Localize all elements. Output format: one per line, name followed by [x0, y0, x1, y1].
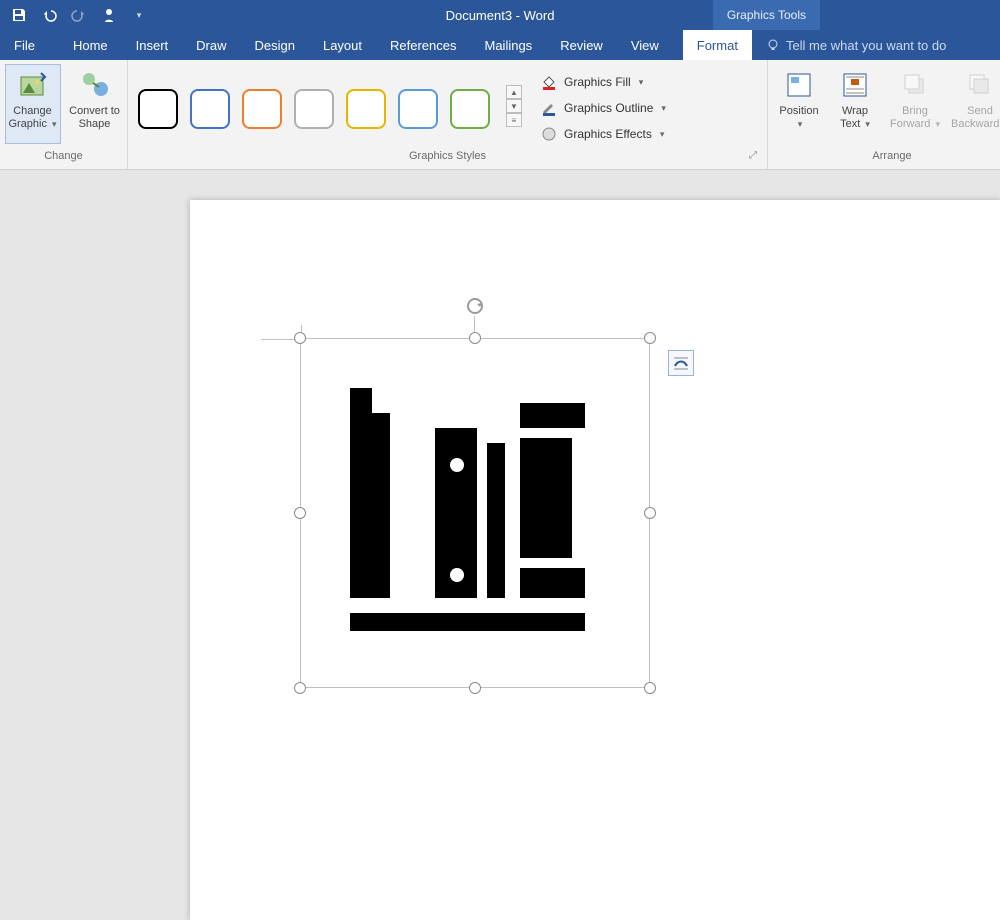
ribbon: Change Graphic ▾ Convert to Shape Change…: [0, 60, 1000, 170]
resize-handle-ne[interactable]: [644, 332, 656, 344]
styles-gallery: [134, 83, 494, 129]
resize-handle-w[interactable]: [294, 507, 306, 519]
gallery-scroll-up-icon[interactable]: ▲: [506, 85, 522, 99]
ribbon-tabs: File Home Insert Draw Design Layout Refe…: [0, 30, 1000, 60]
group-graphics-styles: ▲ ▼ ≡ Graphics Fill▾ Graphics Outline▾: [128, 60, 768, 169]
style-swatch-gold[interactable]: [346, 89, 386, 129]
undo-icon[interactable]: [40, 6, 58, 24]
resize-handle-e[interactable]: [644, 507, 656, 519]
wrap-text-button[interactable]: Wrap Text ▾: [830, 64, 880, 144]
gallery-scroll: ▲ ▼ ≡: [506, 85, 522, 127]
change-graphic-icon: [17, 69, 49, 101]
change-graphic-label: Change Graphic ▾: [6, 105, 60, 131]
tab-references[interactable]: References: [376, 30, 470, 60]
style-swatch-black[interactable]: [138, 89, 178, 129]
wrap-text-icon: [839, 69, 871, 101]
send-backward-label: Send Backward ▾: [951, 105, 1000, 131]
style-swatch-blue[interactable]: [190, 89, 230, 129]
tab-format[interactable]: Format: [683, 30, 752, 60]
tab-design[interactable]: Design: [241, 30, 309, 60]
tab-review[interactable]: Review: [546, 30, 617, 60]
fill-bucket-icon: [540, 73, 558, 91]
touch-mode-icon[interactable]: [100, 6, 118, 24]
group-arrange: Position▾ Wrap Text ▾ Bring Forward ▾ Se…: [768, 60, 1000, 169]
layout-options-button[interactable]: [668, 350, 694, 376]
graphics-effects-label: Graphics Effects: [564, 127, 652, 141]
redo-icon: [70, 6, 88, 24]
quick-access-toolbar: ▾: [0, 6, 148, 24]
tell-me-search[interactable]: Tell me what you want to do: [752, 30, 946, 60]
styles-dialog-launcher-icon[interactable]: ⤢: [749, 150, 757, 161]
outline-pen-icon: [540, 99, 558, 117]
qat-customize-icon[interactable]: ▾: [130, 6, 148, 24]
resize-handle-n[interactable]: [469, 332, 481, 344]
tab-draw[interactable]: Draw: [182, 30, 240, 60]
style-swatch-orange[interactable]: [242, 89, 282, 129]
graphics-fill-button[interactable]: Graphics Fill▾: [536, 71, 670, 93]
bring-forward-button: Bring Forward ▾: [886, 64, 944, 144]
tab-view[interactable]: View: [617, 30, 673, 60]
group-styles-label: Graphics Styles ⤢: [134, 148, 761, 166]
tab-home[interactable]: Home: [59, 30, 122, 60]
tab-insert[interactable]: Insert: [122, 30, 183, 60]
graphics-outline-label: Graphics Outline: [564, 101, 653, 115]
tab-layout[interactable]: Layout: [309, 30, 376, 60]
convert-to-shape-icon: [79, 69, 111, 101]
change-graphic-button[interactable]: Change Graphic ▾: [5, 64, 61, 144]
books-icon[interactable]: [350, 388, 600, 638]
lightbulb-icon: [766, 38, 780, 52]
graphics-fill-label: Graphics Fill: [564, 75, 631, 89]
page[interactable]: [190, 200, 1000, 920]
window-title: Document3 - Word: [446, 8, 555, 23]
position-label: Position▾: [779, 105, 818, 131]
tab-mailings[interactable]: Mailings: [471, 30, 547, 60]
position-button[interactable]: Position▾: [774, 64, 824, 144]
group-arrange-label: Arrange: [774, 148, 1000, 166]
convert-to-shape-button[interactable]: Convert to Shape: [67, 64, 123, 144]
style-swatch-gray[interactable]: [294, 89, 334, 129]
resize-handle-s[interactable]: [469, 682, 481, 694]
group-change: Change Graphic ▾ Convert to Shape Change: [0, 60, 128, 169]
style-swatch-lightblue[interactable]: [398, 89, 438, 129]
gallery-scroll-down-icon[interactable]: ▼: [506, 99, 522, 113]
style-swatch-green[interactable]: [450, 89, 490, 129]
title-bar: ▾ Document3 - Word Graphics Tools: [0, 0, 1000, 30]
resize-handle-se[interactable]: [644, 682, 656, 694]
wrap-text-label: Wrap Text ▾: [831, 105, 879, 131]
document-area[interactable]: [0, 170, 1000, 713]
resize-handle-sw[interactable]: [294, 682, 306, 694]
send-backward-button: Send Backward ▾: [950, 64, 1000, 144]
gallery-expand-icon[interactable]: ≡: [506, 113, 522, 127]
resize-handle-nw[interactable]: [294, 332, 306, 344]
bring-forward-icon: [899, 69, 931, 101]
tell-me-label: Tell me what you want to do: [786, 38, 946, 53]
rotation-handle-icon[interactable]: [465, 296, 485, 316]
bring-forward-label: Bring Forward ▾: [887, 105, 943, 131]
graphics-effects-button[interactable]: Graphics Effects▾: [536, 123, 670, 145]
save-icon[interactable]: [10, 6, 28, 24]
effects-icon: [540, 125, 558, 143]
graphics-outline-button[interactable]: Graphics Outline▾: [536, 97, 670, 119]
position-icon: [783, 69, 815, 101]
tab-file[interactable]: File: [0, 30, 49, 60]
send-backward-icon: [964, 69, 996, 101]
graphics-format-stack: Graphics Fill▾ Graphics Outline▾ Graphic…: [536, 67, 670, 145]
group-change-label: Change: [6, 148, 121, 166]
contextual-tab-header: Graphics Tools: [713, 0, 820, 30]
convert-to-shape-label: Convert to Shape: [68, 105, 122, 131]
